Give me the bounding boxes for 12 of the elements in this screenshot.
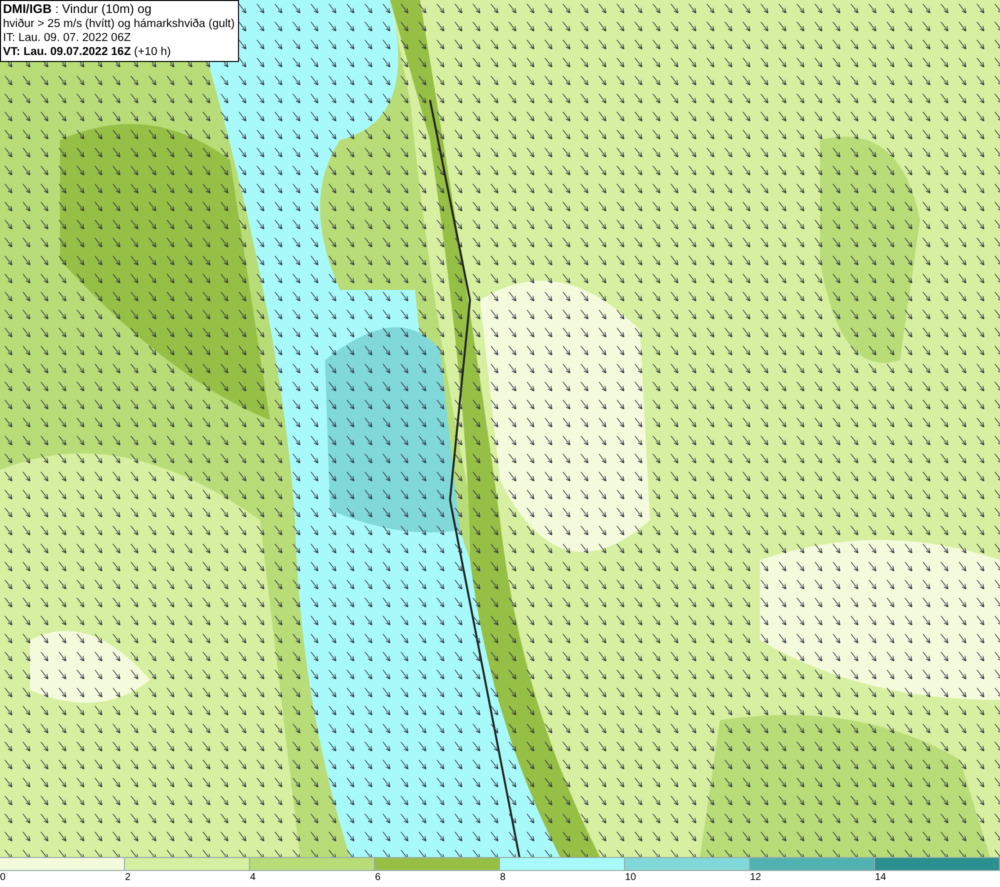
legend-label: 2 (125, 871, 131, 885)
title-line: hviður > 25 m/s (hvítt) og hámarkshviða (gult) (3, 17, 235, 32)
title-line: VT: Lau. 09.07.2022 16Z (+10 h) (3, 45, 172, 60)
legend-label: 6 (375, 871, 381, 885)
legend-label: 8 (500, 871, 506, 885)
legend-label: 14 (875, 871, 886, 885)
title-line: IT: Lau. 09. 07. 2022 06Z (3, 31, 132, 46)
legend-label: 0 (0, 871, 6, 885)
legend-label: 10 (625, 871, 636, 885)
title-line: DMI/IGB : Vindur (10m) og (3, 2, 152, 18)
legend-label: 4 (250, 871, 256, 885)
legend-label: 12 (750, 871, 762, 885)
